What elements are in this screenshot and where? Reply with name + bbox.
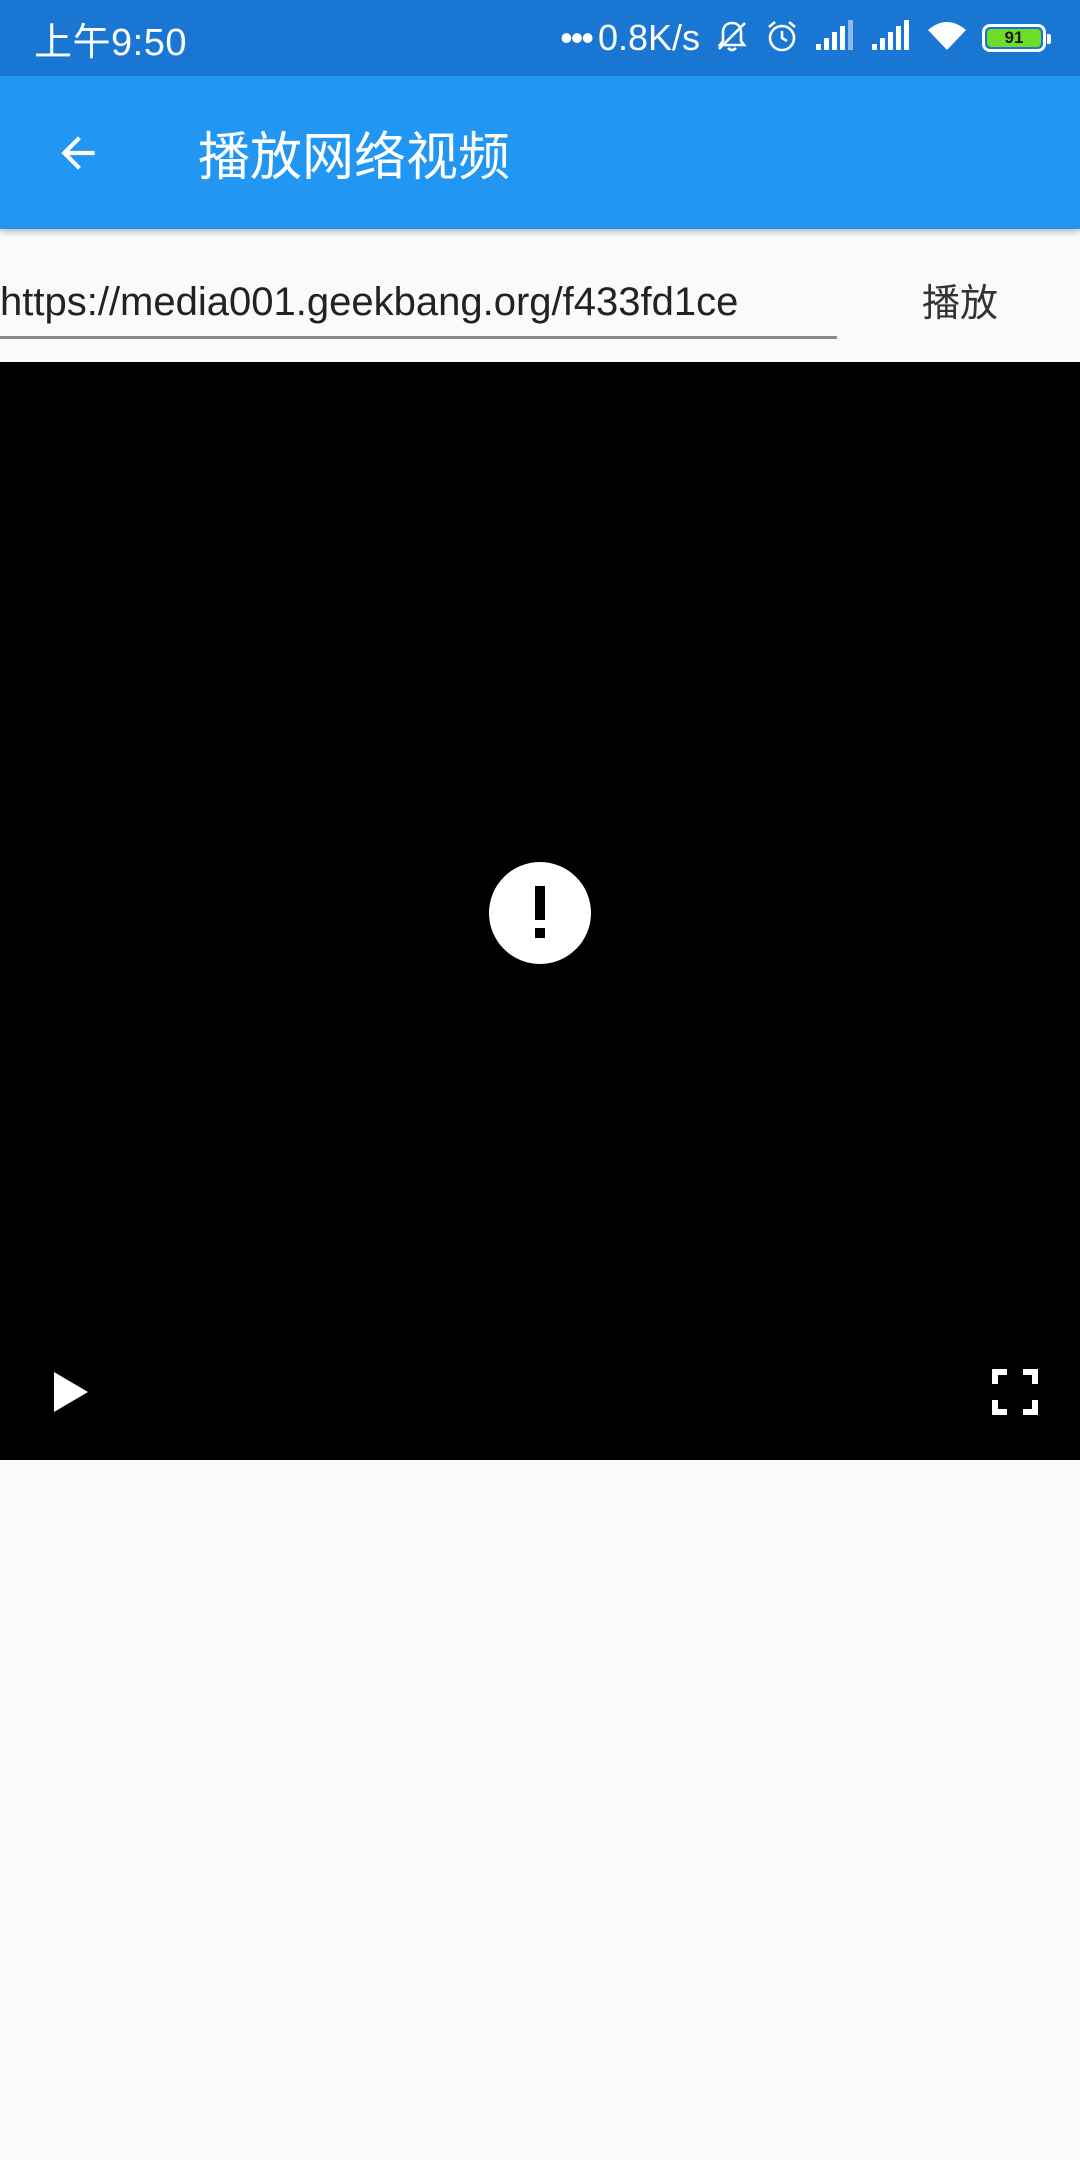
signal-icon (814, 19, 856, 57)
network-speed: 0.8K/s (597, 17, 700, 58)
play-icon (54, 1372, 88, 1412)
arrow-back-icon (61, 135, 95, 170)
alarm-icon (764, 18, 800, 59)
fullscreen-icon (992, 1369, 1038, 1415)
status-indicators: ••• 0.8K/s 91 (560, 17, 1051, 59)
wifi-icon (926, 20, 968, 57)
app-bar: 播放网络视频 (0, 76, 1080, 229)
status-time: 上午9:50 (34, 21, 187, 64)
page-title: 播放网络视频 (198, 128, 511, 188)
status-bar: 上午9:50 ••• 0.8K/s 91 (0, 0, 1080, 76)
fullscreen-button[interactable] (985, 1362, 1045, 1422)
play-button[interactable]: 播放 (880, 259, 1040, 339)
back-button[interactable] (38, 113, 118, 193)
signal-icon (870, 19, 912, 57)
error-icon (489, 862, 591, 964)
content-area (0, 1460, 1080, 2160)
video-play-button[interactable] (40, 1362, 100, 1422)
mute-icon (714, 18, 750, 59)
url-input[interactable] (0, 269, 837, 339)
battery-icon: 91 (982, 24, 1051, 52)
video-player[interactable] (0, 362, 1080, 1460)
battery-level: 91 (987, 28, 1041, 47)
url-row: 播放 (0, 229, 1080, 362)
more-notifications-icon: ••• (560, 17, 594, 58)
